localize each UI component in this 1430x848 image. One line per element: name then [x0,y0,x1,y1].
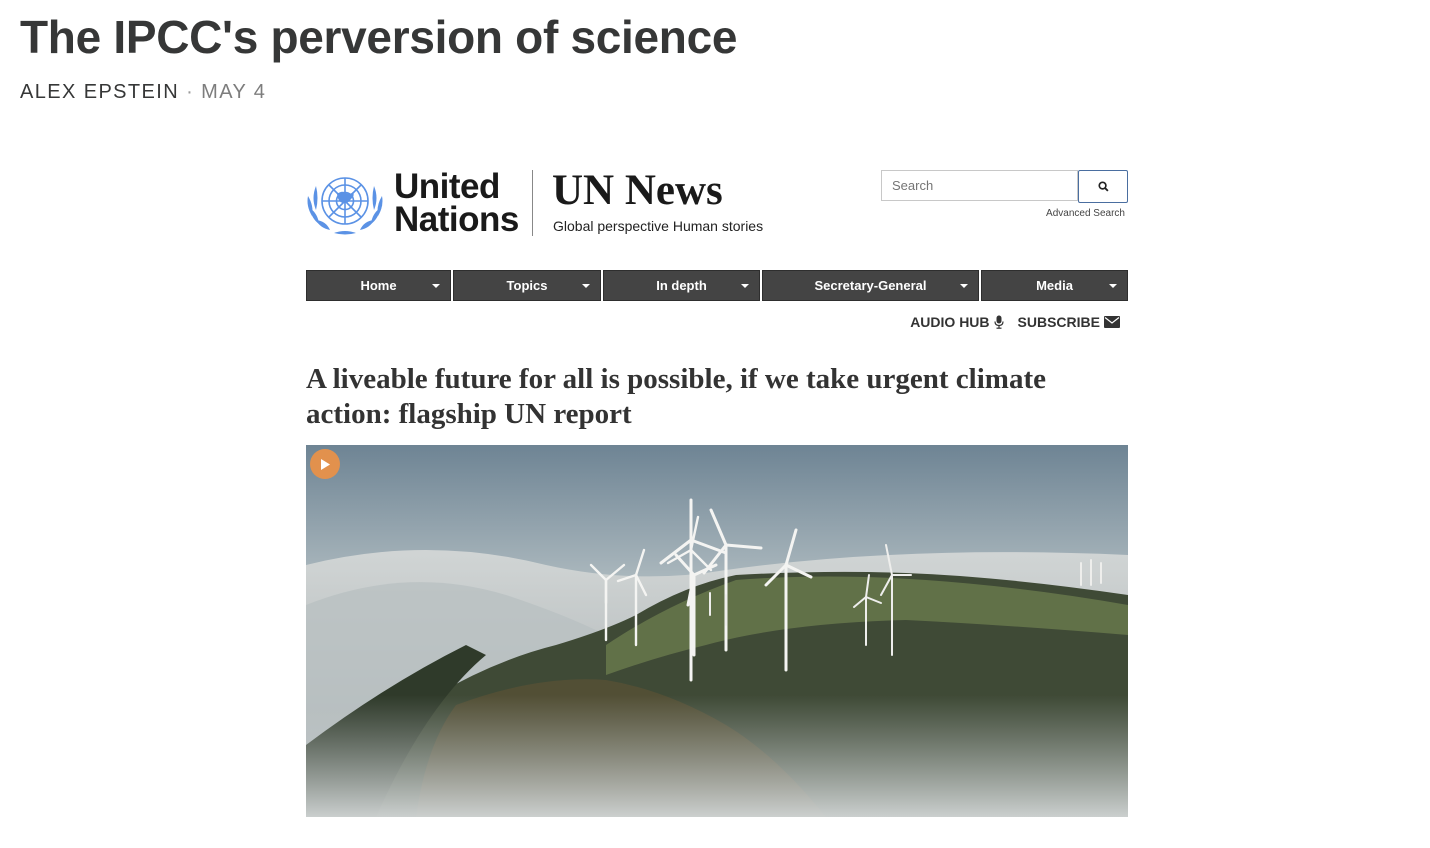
microphone-icon [993,315,1004,329]
un-emblem-icon [307,177,383,235]
org-line-1: United [394,167,500,206]
nav-item-label: Media [1036,278,1073,293]
post-date: MAY 4 [201,81,267,103]
nav-item-label: Secretary-General [814,278,927,293]
envelope-icon [1104,316,1120,328]
byline: ALEX EPSTEIN · MAY 4 [20,80,266,104]
caret-down-icon [960,284,968,288]
nav-item-label: In depth [656,278,707,293]
search-button[interactable] [1078,170,1128,203]
author-link[interactable]: ALEX EPSTEIN [20,81,179,103]
hero-image[interactable] [306,445,1128,817]
main-nav: Home Topics In depth Secretary-General M… [306,270,1128,301]
play-button[interactable] [310,449,340,479]
site-name[interactable]: UN News [552,168,723,214]
embedded-screenshot: United Nations UN News Global perspectiv… [306,160,1128,820]
caret-down-icon [741,284,749,288]
article-title[interactable]: A liveable future for all is possible, i… [306,362,1128,432]
audio-hub-link[interactable]: AUDIO HUB [910,314,1004,330]
nav-item-topics[interactable]: Topics [453,270,601,301]
site-tagline: Global perspective Human stories [553,218,764,234]
search-input[interactable] [881,170,1078,201]
nav-item-in-depth[interactable]: In depth [603,270,760,301]
subscribe-label: SUBSCRIBE [1017,314,1100,330]
wind-farm-photo [306,445,1128,817]
caret-down-icon [582,284,590,288]
play-icon [321,458,330,470]
audio-hub-label: AUDIO HUB [910,314,990,330]
org-line-2: Nations [394,200,519,239]
header-divider [532,170,533,236]
nav-item-label: Home [360,278,397,293]
caret-down-icon [432,284,440,288]
post-title: The IPCC's perversion of science [20,11,738,63]
byline-separator: · [186,81,195,103]
search-icon [1097,181,1109,192]
subscribe-link[interactable]: SUBSCRIBE [1018,314,1120,330]
un-wordmark[interactable]: United Nations [394,167,519,239]
nav-item-label: Topics [506,278,548,293]
advanced-search-link[interactable]: Advanced Search [1046,208,1125,219]
nav-item-home[interactable]: Home [306,270,451,301]
caret-down-icon [1109,284,1117,288]
nav-item-secretary-general[interactable]: Secretary-General [762,270,979,301]
utility-links: AUDIO HUB SUBSCRIBE [910,314,1120,330]
nav-item-media[interactable]: Media [981,270,1128,301]
